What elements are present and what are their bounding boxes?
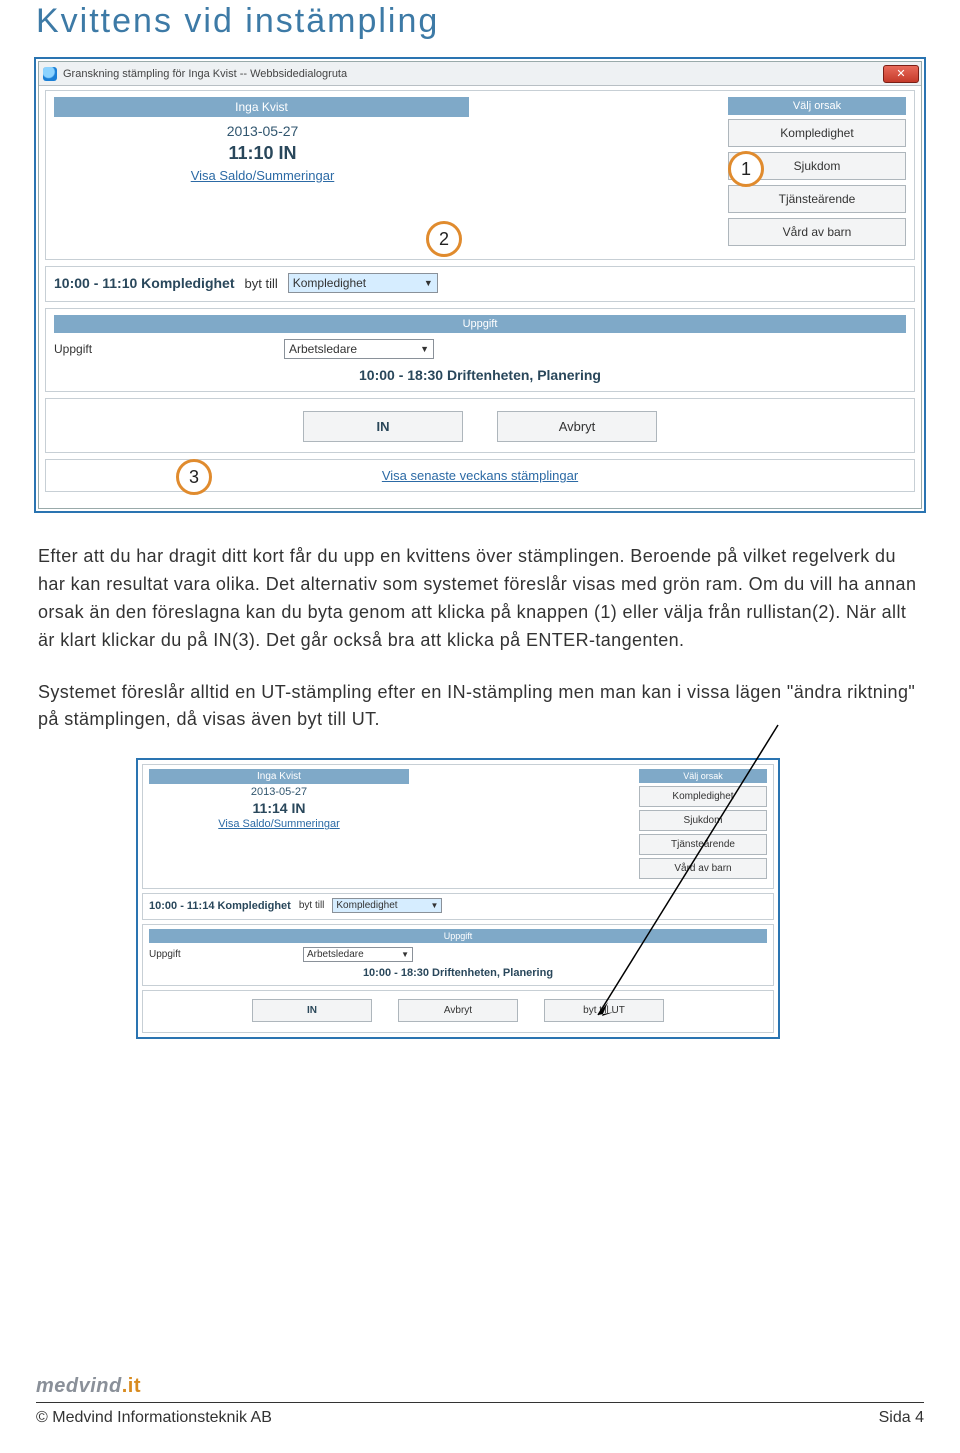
byt-till-label: byt till (299, 900, 325, 911)
window-titlebar: Granskning stämpling för Inga Kvist -- W… (39, 62, 921, 86)
reason-button-tjanstearende[interactable]: Tjänsteärende (639, 834, 767, 855)
callout-marker-1: 1 (728, 151, 764, 187)
reason-select[interactable]: Kompledighet ▼ (332, 898, 442, 913)
brand-word: medvind (36, 1375, 122, 1397)
reason-select[interactable]: Kompledighet ▼ (288, 273, 438, 293)
stamp-date: 2013-05-27 (54, 117, 469, 139)
body-text: Efter att du har dragit ditt kort får du… (38, 543, 922, 734)
brand-logo: medvind.it (36, 1375, 924, 1398)
reason-button-tjanstearende[interactable]: Tjänsteärende (728, 185, 906, 213)
choose-reason-header: Välj orsak (639, 769, 767, 783)
reason-button-vard-av-barn[interactable]: Vård av barn (639, 858, 767, 879)
byt-till-label: byt till (245, 276, 278, 291)
planning-line: 10:00 - 18:30 Driftenheten, Planering (149, 967, 767, 979)
stamp-time: 11:10 IN (54, 139, 469, 166)
paragraph-1: Efter att du har dragit ditt kort får du… (38, 543, 922, 655)
uppgift-header: Uppgift (54, 315, 906, 333)
brand-suffix: .it (122, 1375, 141, 1397)
uppgift-label: Uppgift (149, 949, 299, 960)
saldo-link[interactable]: Visa Saldo/Summeringar (54, 166, 469, 183)
chevron-down-icon: ▼ (424, 278, 433, 288)
paragraph-2: Systemet föreslår alltid en UT-stämpling… (38, 679, 922, 735)
callout-marker-3: 3 (176, 459, 212, 495)
uppgift-select[interactable]: Arbetsledare ▼ (284, 339, 434, 359)
stamp-time: 11:14 IN (149, 798, 409, 818)
copyright-text: © Medvind Informationsteknik AB (36, 1409, 272, 1427)
callout-marker-2: 2 (426, 221, 462, 257)
absence-range: 10:00 - 11:14 Kompledighet (149, 900, 291, 912)
screenshot-1: Granskning stämpling för Inga Kvist -- W… (34, 57, 926, 513)
cancel-button[interactable]: Avbryt (497, 411, 657, 442)
uppgift-select[interactable]: Arbetsledare ▼ (303, 947, 413, 962)
in-button[interactable]: IN (303, 411, 463, 442)
chevron-down-icon: ▼ (420, 344, 429, 354)
user-name-band: Inga Kvist (149, 769, 409, 784)
window-title: Granskning stämpling för Inga Kvist -- W… (63, 68, 347, 80)
reason-button-vard-av-barn[interactable]: Vård av barn (728, 218, 906, 246)
reason-button-kompledighet[interactable]: Kompledighet (639, 786, 767, 807)
cancel-button[interactable]: Avbryt (398, 999, 518, 1022)
ie-icon (43, 67, 57, 81)
reason-button-kompledighet[interactable]: Kompledighet (728, 119, 906, 147)
stamp-date: 2013-05-27 (149, 784, 409, 798)
reason-select-value: Kompledighet (336, 900, 397, 911)
uppgift-header: Uppgift (149, 929, 767, 943)
uppgift-select-value: Arbetsledare (289, 342, 357, 356)
user-name-band: Inga Kvist (54, 97, 469, 117)
uppgift-select-value: Arbetsledare (307, 949, 364, 960)
in-button[interactable]: IN (252, 999, 372, 1022)
screenshot-2: Inga Kvist 2013-05-27 11:14 IN Visa Sald… (136, 758, 780, 1039)
choose-reason-header: Välj orsak (728, 97, 906, 115)
chevron-down-icon: ▼ (430, 901, 438, 910)
byt-till-ut-button[interactable]: byt till UT (544, 999, 664, 1022)
page-number: Sida 4 (879, 1409, 924, 1427)
planning-line: 10:00 - 18:30 Driftenheten, Planering (54, 367, 906, 383)
chevron-down-icon: ▼ (401, 950, 409, 959)
uppgift-label: Uppgift (54, 342, 280, 356)
reason-button-sjukdom[interactable]: Sjukdom (639, 810, 767, 831)
absence-range: 10:00 - 11:10 Kompledighet (54, 275, 235, 291)
document-title: Kvittens vid instämpling (36, 2, 924, 41)
reason-select-value: Kompledighet (293, 276, 366, 290)
page-footer: medvind.it © Medvind Informationsteknik … (36, 1375, 924, 1427)
close-button[interactable]: ✕ (883, 65, 919, 83)
saldo-link[interactable]: Visa Saldo/Summeringar (149, 818, 409, 830)
